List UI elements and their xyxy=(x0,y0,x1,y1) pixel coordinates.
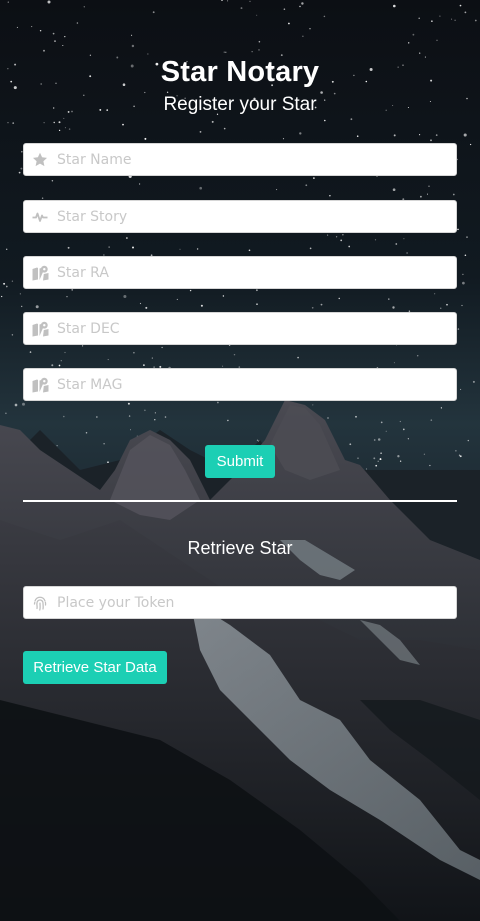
map-location-icon xyxy=(24,313,56,344)
token-input[interactable] xyxy=(56,588,449,617)
token-field[interactable] xyxy=(23,586,457,619)
fingerprint-icon xyxy=(24,587,56,618)
star-mag-input[interactable] xyxy=(56,370,449,399)
star-story-input[interactable] xyxy=(56,202,449,231)
star-notary-page: Star Notary Register your Star Star Name… xyxy=(0,0,480,921)
star-ra-input[interactable] xyxy=(56,258,449,287)
page-title: Star Notary xyxy=(160,56,320,88)
heartbeat-icon xyxy=(24,201,56,232)
star-icon xyxy=(24,144,56,175)
map-location-icon xyxy=(24,369,56,400)
star-ra-field[interactable] xyxy=(23,256,457,289)
star-dec-input[interactable] xyxy=(56,314,449,343)
map-location-icon xyxy=(24,257,56,288)
submit-button[interactable]: Submit xyxy=(205,445,275,478)
retrieve-section-title: Retrieve Star xyxy=(187,538,293,558)
retrieve-star-data-button[interactable]: Retrieve Star Data xyxy=(23,651,167,684)
star-name-input[interactable] xyxy=(56,145,449,174)
page-subtitle: Register your Star xyxy=(163,94,317,115)
form-container: Star Notary Register your Star Star Name… xyxy=(0,0,480,921)
star-story-field[interactable] xyxy=(23,200,457,233)
star-mag-field[interactable] xyxy=(23,368,457,401)
star-name-field[interactable] xyxy=(23,143,457,176)
star-dec-field[interactable] xyxy=(23,312,457,345)
section-divider xyxy=(23,500,457,502)
